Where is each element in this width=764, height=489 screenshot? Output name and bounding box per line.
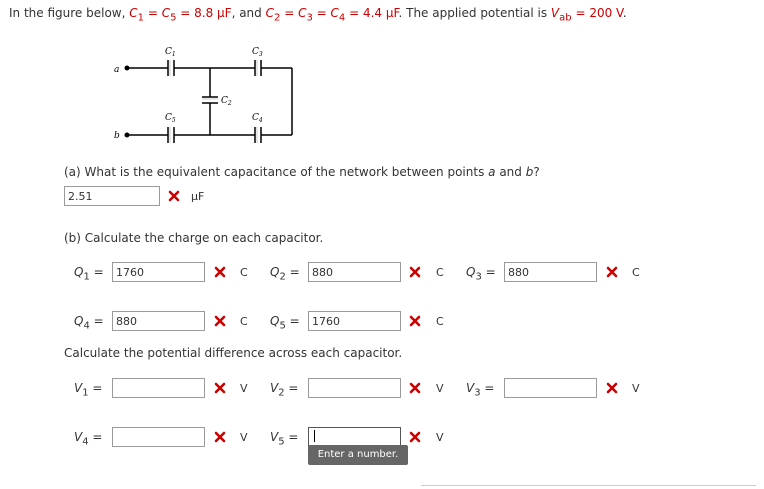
question-a: (a) What is the equivalent capacitance o…: [64, 165, 540, 179]
v5-label: V5 =: [270, 430, 299, 448]
symbol-c1: C: [129, 6, 138, 20]
x-mark-icon: [409, 382, 421, 394]
q4-unit: C: [240, 315, 248, 328]
problem-statement: In the figure below, C1 = C5 = 8.8 μF, a…: [9, 6, 627, 23]
q2-unit: C: [436, 266, 444, 279]
v2-input[interactable]: [308, 378, 401, 398]
terminal-a: [124, 65, 130, 71]
v3-input[interactable]: [504, 378, 597, 398]
v3-label: V3 =: [466, 381, 495, 399]
symbol-c5: C: [161, 6, 171, 20]
label-c3: C3: [252, 47, 263, 58]
x-mark-icon: [214, 266, 226, 278]
v1-unit: V: [240, 382, 248, 395]
v2-unit: V: [436, 382, 444, 395]
v2-label: V2 =: [270, 381, 299, 399]
problem-prefix: In the figure below,: [9, 6, 130, 20]
q4-label: Q4 =: [74, 314, 104, 332]
v4-unit: V: [240, 431, 248, 444]
x-mark-icon: [214, 315, 226, 327]
eq-text: =: [144, 6, 162, 20]
v3-unit: V: [632, 382, 640, 395]
x-mark-icon: [606, 382, 618, 394]
question-a-and: and: [495, 165, 526, 179]
label-c2: C2: [221, 96, 232, 107]
v4-label: V4 =: [74, 430, 103, 448]
text-cursor: [314, 430, 315, 442]
symbol-c2: C: [265, 6, 274, 20]
v5-input[interactable]: [308, 427, 401, 447]
eq-text: =: [280, 6, 299, 20]
x-mark-icon: [409, 266, 421, 278]
v1-label: V1 =: [74, 381, 103, 399]
x-mark-icon: [409, 315, 421, 327]
q4-input[interactable]: [112, 311, 205, 331]
label-b: b: [114, 131, 120, 141]
unit-uf: μF: [191, 190, 205, 203]
v1-input[interactable]: [112, 378, 205, 398]
value-200: 200 V: [589, 6, 623, 20]
label-a: a: [114, 65, 119, 75]
x-mark-icon: [409, 431, 421, 443]
question-b: (b) Calculate the charge on each capacit…: [64, 231, 324, 245]
q5-input[interactable]: [308, 311, 401, 331]
circuit-diagram: a b C1 C3 C2 C5 C4: [114, 47, 293, 143]
question-a-var-a: a: [488, 165, 496, 179]
question-a-text: (a) What is the equivalent capacitance o…: [64, 165, 489, 179]
x-mark-icon: [214, 431, 226, 443]
problem-end: .: [622, 6, 627, 20]
q1-label: Q1 =: [74, 265, 104, 283]
q2-label: Q2 =: [270, 265, 300, 283]
x-mark-icon: [168, 190, 180, 202]
question-a-end: ?: [533, 165, 540, 179]
symbol-vab: V: [550, 6, 560, 20]
eq-text: =: [312, 6, 331, 20]
q1-unit: C: [240, 266, 248, 279]
terminal-b: [124, 132, 130, 138]
q1-input[interactable]: [112, 262, 205, 282]
value-8-8: 8.8 μF: [194, 6, 232, 20]
v5-unit: V: [436, 431, 444, 444]
v4-input[interactable]: [112, 427, 205, 447]
q3-unit: C: [632, 266, 640, 279]
input-tooltip: Enter a number.: [308, 445, 408, 465]
problem-mid: , and: [231, 6, 266, 20]
potential-question: Calculate the potential difference acros…: [64, 346, 403, 360]
problem-mid2: . The applied potential is: [398, 6, 551, 20]
symbol-c4: C: [330, 6, 339, 20]
eq-text: =: [571, 6, 590, 20]
label-c5: C5: [165, 113, 176, 124]
label-c1: C1: [165, 47, 176, 58]
eq-text: =: [176, 6, 195, 20]
q5-unit: C: [436, 315, 444, 328]
q5-label: Q5 =: [270, 314, 300, 332]
equivalent-capacitance-input[interactable]: [64, 186, 160, 206]
sub-vab: ab: [559, 12, 572, 24]
eq-text: =: [345, 6, 363, 20]
q2-input[interactable]: [308, 262, 401, 282]
value-4-4: 4.4 μF: [362, 6, 399, 20]
q3-input[interactable]: [504, 262, 597, 282]
x-mark-icon: [606, 266, 618, 278]
x-mark-icon: [214, 382, 226, 394]
divider: [421, 485, 756, 486]
label-c4: C4: [252, 113, 263, 124]
q3-label: Q3 =: [466, 265, 496, 283]
